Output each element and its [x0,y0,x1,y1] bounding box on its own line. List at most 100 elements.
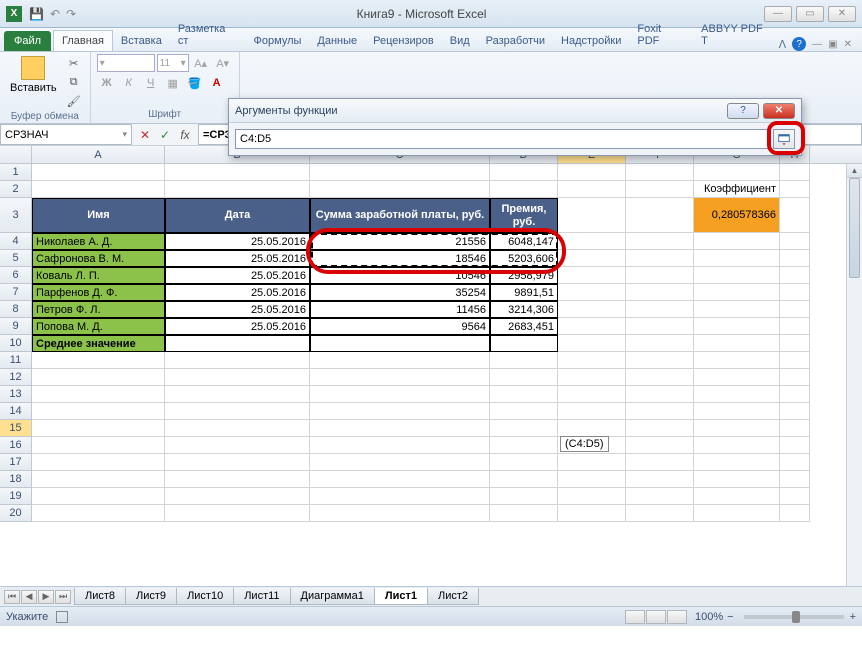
sheet-tab-bar: ⏮ ◀ ▶ ⏭ Лист8 Лист9 Лист10 Лист11 Диагра… [0,586,862,606]
decrease-font-icon[interactable]: A▾ [213,54,233,72]
sheet-nav-first-icon[interactable]: ⏮ [4,590,20,604]
avg-label[interactable]: Среднее значение [32,335,165,352]
sheet-tab[interactable]: Лист11 [233,588,290,605]
name-box-dropdown-icon[interactable]: ▾ [122,129,127,140]
sheet-nav-prev-icon[interactable]: ◀ [21,590,37,604]
hdr-salary[interactable]: Сумма заработной платы, руб. [310,198,490,233]
tab-view[interactable]: Вид [442,31,478,51]
copy-icon[interactable]: ⧉ [64,73,84,91]
function-arguments-dialog[interactable]: Аргументы функции ? ✕ [228,98,802,156]
clipboard-icon [21,56,45,80]
coef-value[interactable]: 0,280578366 [694,198,780,233]
tab-addins[interactable]: Надстройки [553,31,629,51]
tab-layout[interactable]: Разметка ст [170,19,246,51]
sheet-nav-last-icon[interactable]: ⏭ [55,590,71,604]
tab-insert[interactable]: Вставка [113,31,170,51]
tab-abbyy[interactable]: ABBYY PDF T [693,19,778,51]
clipboard-group-label: Буфер обмена [6,110,84,123]
qat-undo-icon[interactable]: ↶ [50,7,60,21]
scroll-thumb[interactable] [849,178,860,278]
expand-dialog-button[interactable] [773,129,795,149]
doc-restore-icon[interactable]: ▣ [828,39,837,50]
cancel-formula-icon[interactable]: ✕ [136,126,154,144]
vertical-scrollbar[interactable]: ▲ [846,164,862,586]
hdr-date[interactable]: Дата [165,198,310,233]
format-painter-icon[interactable]: 🖌 [64,92,84,110]
status-bar: Укажите 100% − + [0,606,862,626]
accept-formula-icon[interactable]: ✓ [156,126,174,144]
status-mode: Укажите [6,611,48,623]
hdr-name[interactable]: Имя [32,198,165,233]
row-header[interactable]: 10 [0,335,32,352]
view-layout-icon[interactable] [646,610,666,624]
sheet-tab[interactable]: Лист8 [74,588,126,605]
sheet-tab-active[interactable]: Лист1 [374,588,428,605]
font-size-select[interactable]: 11▾ [157,54,189,72]
col-header-a[interactable]: A [32,146,165,163]
cell-name[interactable]: Николаев А. Д. [32,233,165,250]
italic-icon[interactable]: К [119,74,139,92]
zoom-slider[interactable] [744,615,844,619]
qat-save-icon[interactable]: 💾 [29,7,44,21]
bold-icon[interactable]: Ж [97,74,117,92]
name-box-value: СРЗНАЧ [5,129,48,141]
tab-data[interactable]: Данные [309,31,365,51]
maximize-button[interactable]: ▭ [796,6,824,22]
range-input[interactable] [235,129,769,149]
row-header[interactable]: 6 [0,267,32,284]
name-box[interactable]: СРЗНАЧ ▾ [0,124,132,145]
zoom-level[interactable]: 100% [695,611,723,623]
fx-icon[interactable]: fx [176,126,194,144]
ribbon-tabs: Файл Главная Вставка Разметка ст Формулы… [0,28,862,52]
paste-button[interactable]: Вставить [6,54,61,96]
dialog-help-button[interactable]: ? [727,103,759,119]
font-family-select[interactable]: ▾ [97,54,155,72]
increase-font-icon[interactable]: A▴ [191,54,211,72]
fill-color-icon[interactable]: 🪣 [185,74,205,92]
tab-foxit[interactable]: Foxit PDF [629,19,693,51]
help-icon[interactable]: ? [792,37,806,51]
file-tab[interactable]: Файл [4,31,51,51]
zoom-in-icon[interactable]: + [850,611,856,623]
row-header[interactable]: 1 [0,164,32,181]
row-header[interactable]: 2 [0,181,32,198]
view-pagebreak-icon[interactable] [667,610,687,624]
tab-developer[interactable]: Разработчи [478,31,553,51]
close-window-button[interactable]: ✕ [828,6,856,22]
dialog-close-button[interactable]: ✕ [763,103,795,119]
hdr-bonus[interactable]: Премия, руб. [490,198,558,233]
tab-home[interactable]: Главная [53,30,113,51]
doc-close-icon[interactable]: ✕ [844,39,852,50]
coef-label[interactable]: Коэффициент [694,181,780,198]
row-header[interactable]: 9 [0,318,32,335]
qat-redo-icon[interactable]: ↷ [66,7,76,21]
sheet-tab[interactable]: Лист10 [176,588,234,605]
scroll-up-icon[interactable]: ▲ [847,164,862,178]
row-header[interactable]: 5 [0,250,32,267]
underline-icon[interactable]: Ч [141,74,161,92]
row-header[interactable]: 7 [0,284,32,301]
worksheet-grid[interactable]: A B C D E F G H 1 2 Коэффициент 3 Имя Да… [0,146,862,586]
ribbon-minimize-icon[interactable]: ᐱ [779,38,787,51]
cut-icon[interactable]: ✂ [64,54,84,72]
sheet-tab[interactable]: Лист9 [125,588,177,605]
tab-formulas[interactable]: Формулы [246,31,310,51]
row-header[interactable]: 3 [0,198,32,233]
row-header[interactable]: 4 [0,233,32,250]
sheet-tab[interactable]: Диаграмма1 [290,588,375,605]
font-color-icon[interactable]: A [207,74,227,92]
tab-review[interactable]: Рецензиров [365,31,442,51]
view-normal-icon[interactable] [625,610,645,624]
sheet-nav-next-icon[interactable]: ▶ [38,590,54,604]
excel-icon: X [6,6,22,22]
border-icon[interactable]: ▦ [163,74,183,92]
zoom-out-icon[interactable]: − [727,611,733,623]
dialog-title: Аргументы функции [235,105,723,117]
macro-record-icon[interactable] [56,611,68,623]
sheet-tab[interactable]: Лист2 [427,588,479,605]
select-all-corner[interactable] [0,146,32,163]
doc-minimize-icon[interactable]: — [812,39,822,50]
font-group-label: Шрифт [97,108,233,121]
row-header[interactable]: 8 [0,301,32,318]
paste-label: Вставить [10,82,57,94]
